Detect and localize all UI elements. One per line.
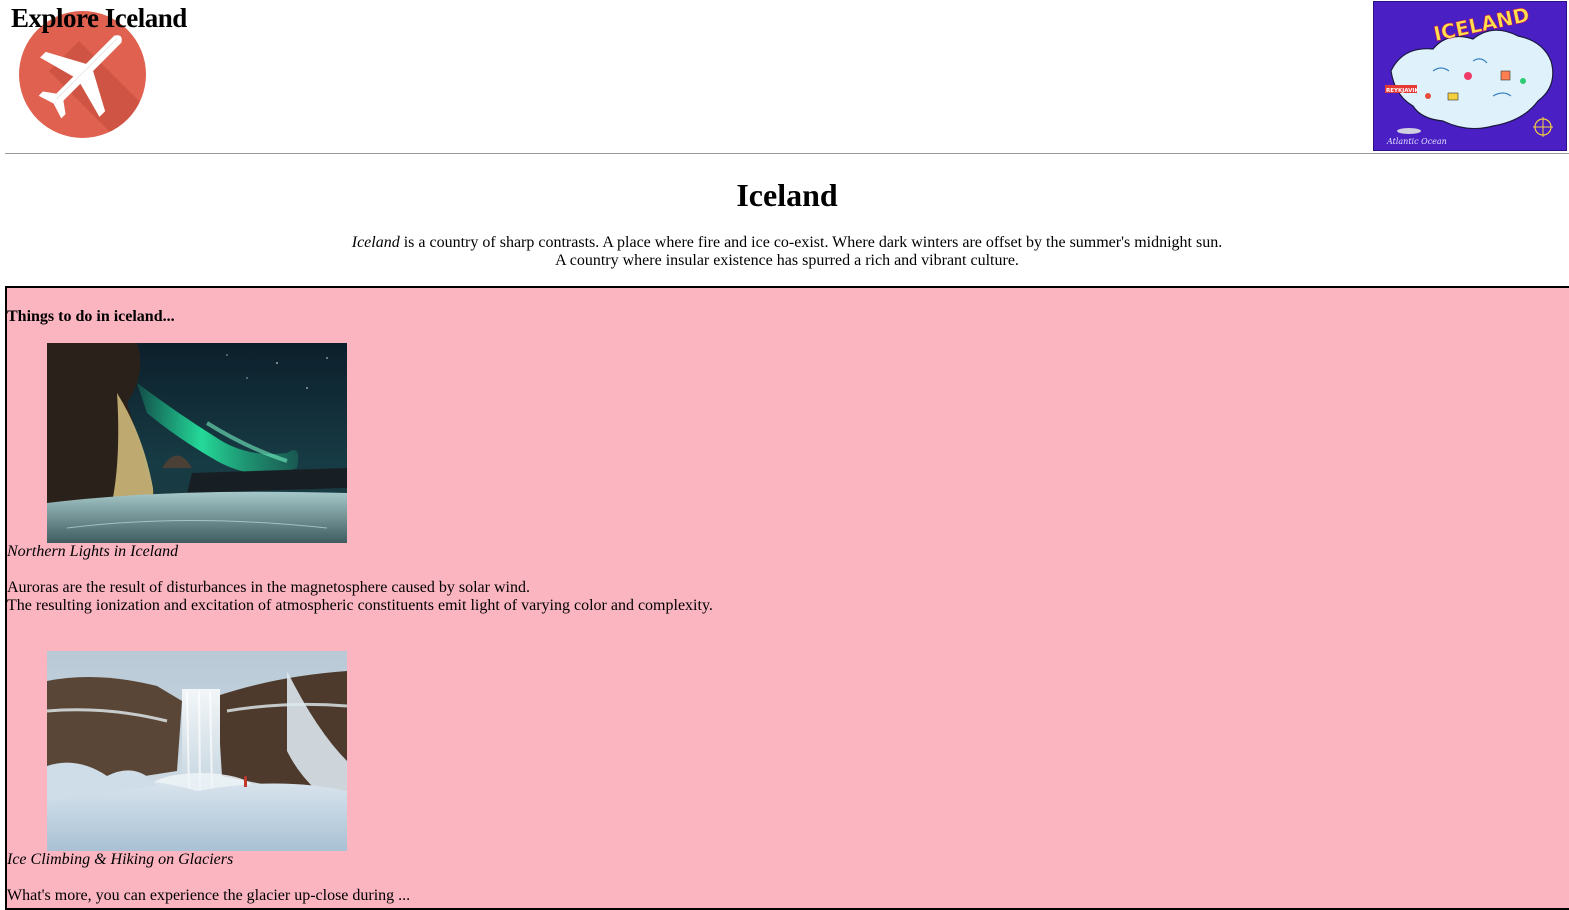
section-heading: Things to do in iceland... [7,308,175,325]
description-line: What's more, you can experience the glac… [7,887,411,904]
map-sea-text: Atlantic Ocean [1386,137,1447,146]
image-caption: Ice Climbing & Hiking on Glaciers [7,851,234,868]
intro-line-1: is a country of sharp contrasts. A place… [399,234,1223,251]
item-description: What's more, you can experience the glac… [7,887,410,905]
intro-paragraph: Iceland is a country of sharp contrasts.… [5,234,1569,270]
description-line: Auroras are the result of disturbances i… [7,579,530,596]
iceland-map-image: ICELAND REYKJAVIK Atlantic Ocean [1372,0,1568,152]
site-title: Explore Iceland [11,3,187,33]
item-description: Auroras are the result of disturbances i… [7,579,713,615]
map-city-text: REYKJAVIK [1386,88,1419,94]
image-caption: Northern Lights in Iceland [7,543,179,560]
page-title: Iceland [736,177,838,213]
northern-lights-image [47,343,347,543]
glacier-waterfall-image [47,651,347,851]
description-line: The resulting ionization and excitation … [7,597,713,614]
intro-emphasis: Iceland [351,234,400,251]
intro-line-2: A country where insular existence has sp… [555,252,1019,269]
header-divider [5,153,1569,154]
things-to-do-section: Things to do in iceland... Northern Ligh… [5,286,1569,910]
